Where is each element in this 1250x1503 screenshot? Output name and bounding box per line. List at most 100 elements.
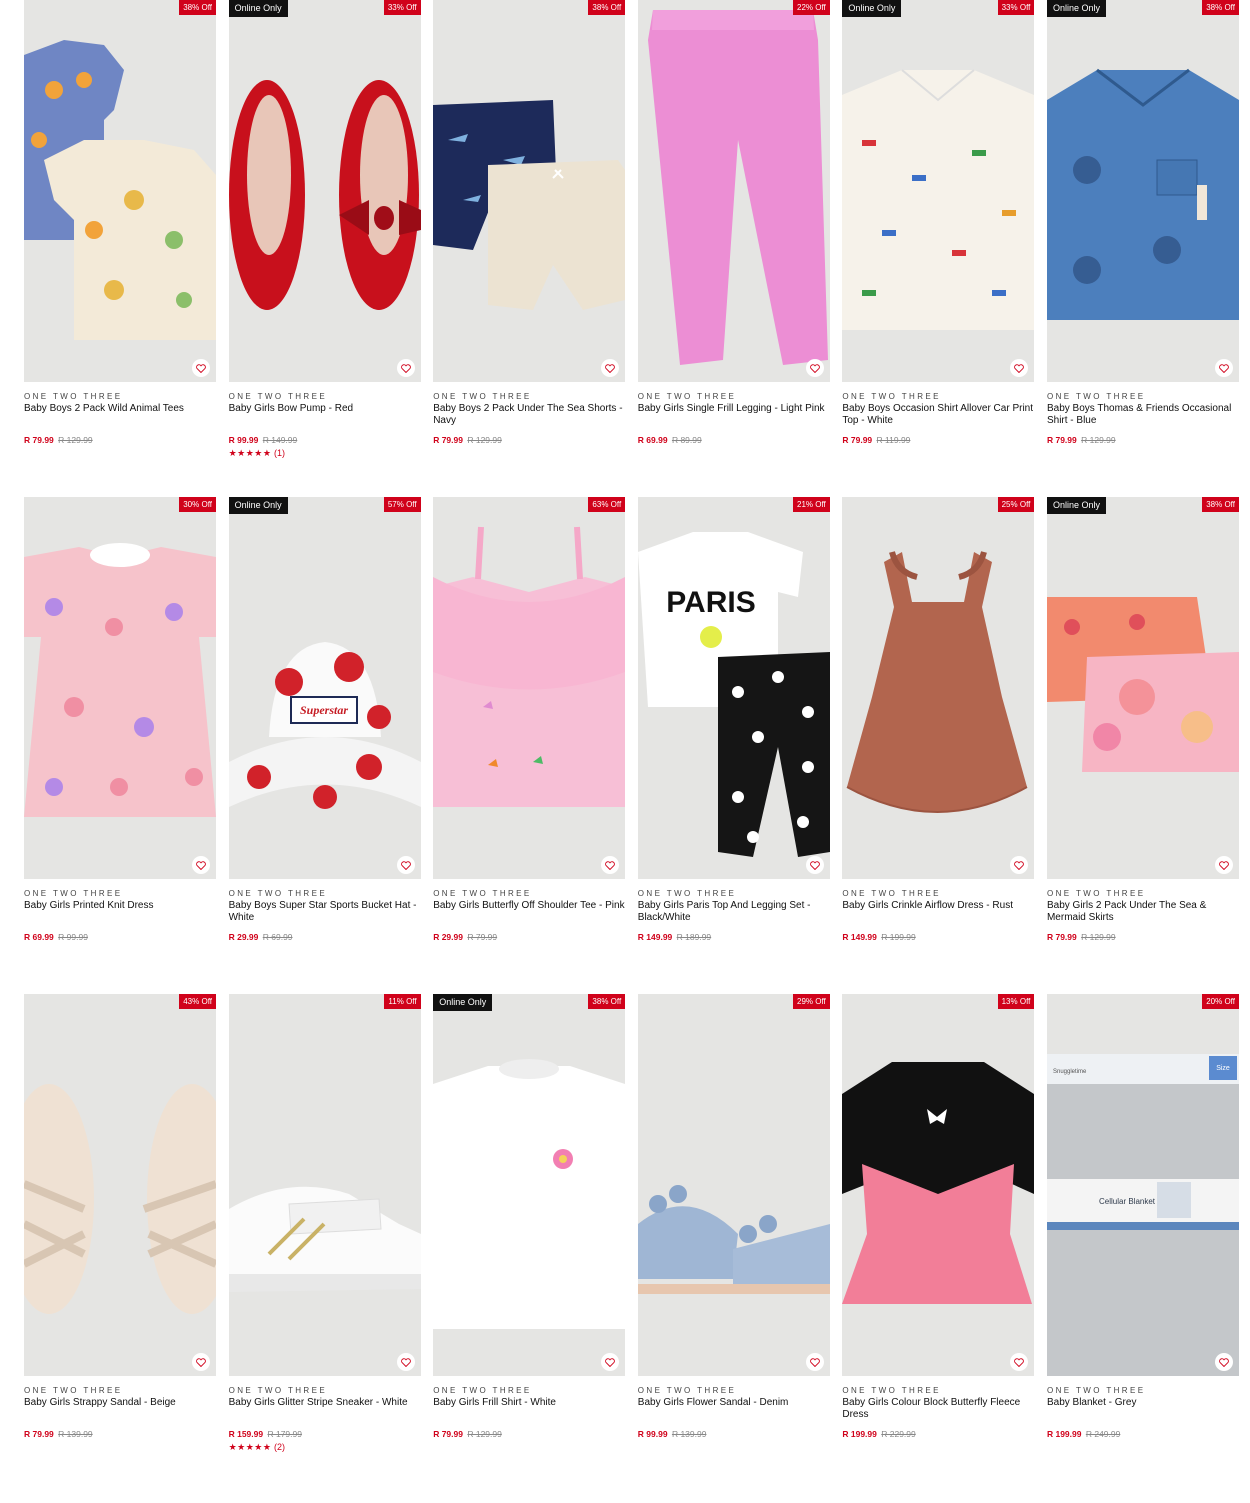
wishlist-heart-icon[interactable]	[805, 856, 824, 874]
product-card[interactable]: 29% Off ONE TWO THREE Baby Girls Flower …	[637, 994, 830, 1491]
product-image[interactable]: PARIS 21% Off	[637, 497, 830, 879]
product-name[interactable]: Baby Girls Crinkle Airflow Dress - Rust	[842, 900, 1034, 928]
product-name[interactable]: Baby Blanket - Grey	[1047, 1397, 1239, 1425]
product-card[interactable]: Online Only 38% Off ONE TWO THREE Baby B…	[1046, 0, 1239, 497]
discount-badge: 25% Off	[997, 497, 1035, 512]
sale-price: R 79.99	[24, 1429, 54, 1439]
product-name[interactable]: Baby Girls Bow Pump - Red	[229, 403, 421, 431]
wishlist-heart-icon[interactable]	[396, 1353, 415, 1371]
bucket-hat-image: Superstar	[228, 642, 421, 809]
product-brand: ONE TWO THREE	[228, 392, 328, 401]
car-shirt-image	[842, 69, 1035, 330]
product-image[interactable]: 22% Off	[637, 0, 830, 382]
product-image[interactable]: 13% Off	[842, 994, 1035, 1376]
product-card[interactable]: 30% Off ONE TWO THREE Baby Girls Printed…	[24, 497, 216, 994]
product-card[interactable]: PARIS 21% Off ONE TWO THREE Baby Girls P…	[637, 497, 830, 994]
product-name[interactable]: Baby Boys Thomas & Friends Occasional Sh…	[1047, 403, 1239, 431]
product-brand: ONE TWO THREE	[228, 889, 328, 898]
product-price: R 79.99 R 129.99	[433, 435, 625, 445]
wishlist-heart-icon[interactable]	[805, 1353, 824, 1371]
product-name[interactable]: Baby Boys Occasion Shirt Allover Car Pri…	[842, 403, 1034, 431]
wishlist-heart-icon[interactable]	[1214, 1353, 1233, 1371]
product-card[interactable]: 43% Off ONE TWO THREE Baby Girls Strappy…	[24, 994, 216, 1491]
product-card[interactable]: 13% Off ONE TWO THREE Baby Girls Colour …	[842, 994, 1035, 1491]
product-card[interactable]: Online Only 33% Off ONE TWO THREE Baby B…	[842, 0, 1035, 497]
wishlist-heart-icon[interactable]	[1214, 359, 1233, 377]
product-name[interactable]: Baby Girls 2 Pack Under The Sea & Mermai…	[1047, 900, 1239, 928]
paris-set-image: PARIS	[637, 532, 830, 857]
shorts-image	[433, 100, 626, 310]
denim-shirt-image	[1046, 68, 1239, 320]
product-card[interactable]: 25% Off ONE TWO THREE Baby Girls Crinkle…	[842, 497, 1035, 994]
product-price: R 99.99 R 149.99	[229, 435, 421, 445]
product-image[interactable]: Online Only 38% Off	[433, 994, 626, 1376]
product-card[interactable]: 38% Off ONE TWO THREE Baby Boys 2 Pack U…	[433, 0, 626, 497]
product-image[interactable]: Superstar Online Only 57% Off	[228, 497, 421, 879]
wishlist-heart-icon[interactable]	[396, 856, 415, 874]
product-name[interactable]: Baby Boys 2 Pack Wild Animal Tees	[24, 403, 216, 431]
sale-price: R 29.99	[433, 932, 463, 942]
product-name[interactable]: Baby Girls Single Frill Legging - Light …	[638, 403, 830, 431]
product-name[interactable]: Baby Girls Strappy Sandal - Beige	[24, 1397, 216, 1425]
product-card[interactable]: 11% Off ONE TWO THREE Baby Girls Glitter…	[228, 994, 421, 1491]
product-card[interactable]: Size Snuggletime Cellular Blanket 20% Of…	[1046, 994, 1239, 1491]
product-name[interactable]: Baby Girls Frill Shirt - White	[433, 1397, 625, 1425]
sale-price: R 99.99	[228, 435, 259, 445]
product-card[interactable]: Online Only 33% Off ONE TWO THREE Baby G…	[228, 0, 421, 497]
product-image[interactable]: Online Only 33% Off	[842, 0, 1035, 382]
product-name[interactable]: Baby Boys Super Star Sports Bucket Hat -…	[229, 900, 421, 928]
discount-badge: 43% Off	[179, 994, 216, 1009]
product-rating[interactable]: ★★★★★ (1)	[229, 448, 421, 459]
product-image[interactable]: 38% Off	[24, 0, 216, 382]
wishlist-heart-icon[interactable]	[1214, 856, 1233, 874]
original-price: R 129.99	[58, 435, 93, 445]
rating-count: (1)	[273, 448, 285, 458]
product-image[interactable]: 63% Off	[433, 497, 626, 879]
wishlist-heart-icon[interactable]	[396, 359, 415, 377]
product-name[interactable]: Baby Girls Paris Top And Legging Set - B…	[638, 900, 830, 928]
product-image[interactable]: Online Only 38% Off	[1046, 0, 1239, 382]
product-card[interactable]: Superstar Online Only 57% Off ONE TWO TH…	[228, 497, 421, 994]
product-image[interactable]: 29% Off	[637, 994, 830, 1376]
discount-badge: 38% Off	[179, 0, 216, 15]
product-image[interactable]: Online Only 38% Off	[1046, 497, 1239, 879]
wishlist-heart-icon[interactable]	[192, 1353, 210, 1371]
product-name[interactable]: Baby Girls Glitter Stripe Sneaker - Whit…	[229, 1397, 421, 1425]
product-name[interactable]: Baby Boys 2 Pack Under The Sea Shorts - …	[433, 403, 625, 431]
original-price: R 129.99	[1081, 932, 1116, 942]
wishlist-heart-icon[interactable]	[805, 359, 824, 377]
original-price: R 129.99	[467, 1429, 502, 1439]
discount-badge: 21% Off	[793, 497, 830, 512]
product-image[interactable]: 25% Off	[842, 497, 1035, 879]
product-name[interactable]: Baby Girls Printed Knit Dress	[24, 900, 216, 928]
discount-badge: 33% Off	[383, 0, 421, 15]
original-price: R 129.99	[467, 435, 502, 445]
product-name[interactable]: Baby Girls Flower Sandal - Denim	[638, 1397, 830, 1425]
sale-price: R 159.99	[228, 1429, 264, 1439]
product-card[interactable]: 38% Off ONE TWO THREE Baby Boys 2 Pack W…	[24, 0, 216, 497]
product-card[interactable]: 22% Off ONE TWO THREE Baby Girls Single …	[637, 0, 830, 497]
product-image[interactable]: 43% Off	[24, 994, 216, 1376]
rating-stars-icon: ★★★★★	[228, 1442, 272, 1452]
product-brand: ONE TWO THREE	[842, 1386, 941, 1395]
wishlist-heart-icon[interactable]	[192, 856, 210, 874]
product-brand: ONE TWO THREE	[228, 1386, 328, 1395]
wishlist-heart-icon[interactable]	[192, 359, 210, 377]
product-card[interactable]: 63% Off ONE TWO THREE Baby Girls Butterf…	[433, 497, 626, 994]
product-name[interactable]: Baby Girls Colour Block Butterfly Fleece…	[842, 1397, 1034, 1425]
product-name[interactable]: Baby Girls Butterfly Off Shoulder Tee - …	[433, 900, 625, 928]
product-image[interactable]: Size Snuggletime Cellular Blanket 20% Of…	[1046, 994, 1239, 1376]
rating-stars-icon: ★★★★★	[228, 448, 272, 458]
product-card[interactable]: Online Only 38% Off ONE TWO THREE Baby G…	[1046, 497, 1239, 994]
product-card[interactable]: Online Only 38% Off ONE TWO THREE Baby G…	[433, 994, 626, 1491]
discount-badge: 30% Off	[179, 497, 216, 512]
product-image[interactable]: 38% Off	[433, 0, 626, 382]
discount-badge: 33% Off	[997, 0, 1035, 15]
sale-price: R 29.99	[228, 932, 259, 942]
product-rating[interactable]: ★★★★★ (2)	[229, 1442, 421, 1453]
frill-shirt-image	[433, 1059, 626, 1329]
sale-price: R 79.99	[433, 435, 463, 445]
product-image[interactable]: 30% Off	[24, 497, 216, 879]
product-image[interactable]: Online Only 33% Off	[228, 0, 421, 382]
product-image[interactable]: 11% Off	[228, 994, 421, 1376]
